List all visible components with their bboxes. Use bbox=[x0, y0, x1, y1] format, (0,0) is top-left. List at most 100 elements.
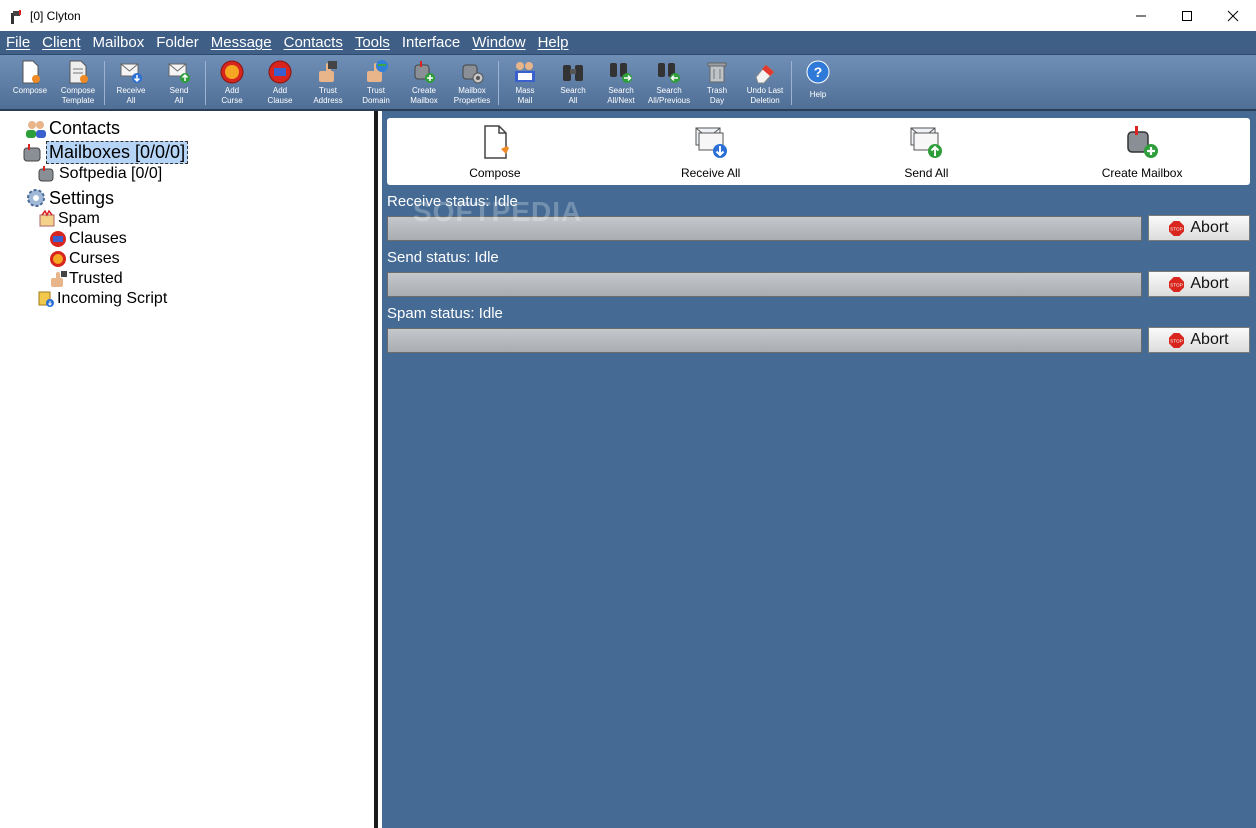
tree-node-spam[interactable]: Spam bbox=[38, 210, 100, 228]
send-progress-bar bbox=[387, 272, 1142, 297]
trust-domain-button[interactable]: Trust Domain bbox=[352, 55, 400, 109]
receive-all-icon bbox=[695, 127, 727, 158]
trust-address-button[interactable]: Trust Address bbox=[304, 55, 352, 109]
maximize-icon bbox=[1182, 10, 1192, 21]
compose-icon bbox=[22, 60, 40, 84]
curse-icon bbox=[50, 251, 66, 267]
tree-node-incoming-script[interactable]: Incoming Script bbox=[37, 290, 167, 308]
undo-last-deletion-button[interactable]: Undo Last Deletion bbox=[741, 55, 789, 109]
tree-node-settings[interactable]: Settings bbox=[25, 187, 114, 209]
search-previous-icon bbox=[658, 63, 680, 83]
menu-file[interactable]: File bbox=[6, 34, 30, 51]
eraser-icon bbox=[755, 64, 775, 84]
mass-mail-button[interactable]: Mass Mail bbox=[501, 55, 549, 109]
svg-text:STOP: STOP bbox=[1171, 282, 1184, 287]
tree-node-softpedia[interactable]: Softpedia [0/0] bbox=[37, 165, 162, 183]
toolbar-separator bbox=[791, 61, 792, 105]
receive-all-button[interactable]: Receive All bbox=[107, 55, 155, 109]
abort-receive-button[interactable]: STOP Abort bbox=[1148, 215, 1250, 241]
send-all-icon bbox=[168, 63, 190, 83]
trust-domain-icon bbox=[367, 60, 388, 82]
compose-template-button[interactable]: Compose Template bbox=[54, 55, 102, 109]
menu-mailbox[interactable]: Mailbox bbox=[93, 34, 145, 51]
create-mailbox-icon bbox=[1127, 126, 1159, 158]
menu-contacts[interactable]: Contacts bbox=[284, 34, 343, 51]
mailbox-properties-button[interactable]: Mailbox Properties bbox=[448, 55, 496, 109]
settings-gear-icon bbox=[27, 189, 45, 207]
compose-template-icon bbox=[69, 60, 88, 84]
menu-bar: File Client Mailbox Folder Message Conta… bbox=[0, 31, 1256, 54]
menu-help[interactable]: Help bbox=[538, 34, 569, 51]
quick-receive-all-button[interactable]: Receive All bbox=[631, 118, 791, 185]
compose-icon bbox=[484, 125, 509, 159]
menu-message[interactable]: Message bbox=[211, 34, 272, 51]
add-clause-button[interactable]: Add Clause bbox=[256, 55, 304, 109]
folder-tree: Contacts Mailboxes [0/0/0] Softpedia [0/… bbox=[0, 111, 378, 828]
mailbox-app-icon bbox=[11, 9, 21, 24]
mailbox-properties-icon bbox=[462, 64, 484, 84]
compose-button[interactable]: Compose bbox=[6, 55, 54, 109]
tree-node-curses[interactable]: Curses bbox=[49, 250, 120, 268]
send-all-button[interactable]: Send All bbox=[155, 55, 203, 109]
menu-folder[interactable]: Folder bbox=[156, 34, 199, 51]
quick-actions-bar: Compose Receive All Send All Create Mail… bbox=[387, 118, 1250, 185]
create-mailbox-icon bbox=[414, 61, 435, 83]
search-all-previous-button[interactable]: Search All/Previous bbox=[645, 55, 693, 109]
contacts-icon bbox=[26, 120, 46, 138]
spam-status-label: Spam status: Idle bbox=[387, 305, 503, 322]
quick-create-mailbox-button[interactable]: Create Mailbox bbox=[1062, 118, 1222, 185]
search-all-button[interactable]: Search All bbox=[549, 55, 597, 109]
thumbs-up-icon bbox=[51, 271, 67, 287]
send-all-icon bbox=[910, 127, 943, 158]
title-bar: [0] Clyton bbox=[0, 0, 1256, 31]
main-toolbar: Compose Compose Template Receive All Sen… bbox=[0, 54, 1256, 111]
spam-icon bbox=[39, 210, 55, 227]
mailbox-icon bbox=[23, 143, 41, 161]
menu-tools[interactable]: Tools bbox=[355, 34, 390, 51]
binoculars-icon bbox=[563, 65, 583, 81]
minimize-icon bbox=[1136, 15, 1146, 16]
help-button[interactable]: ? Help bbox=[794, 55, 842, 109]
close-icon bbox=[1227, 10, 1239, 21]
menu-window[interactable]: Window bbox=[472, 34, 525, 51]
maximize-button[interactable] bbox=[1164, 0, 1210, 31]
tree-node-contacts[interactable]: Contacts bbox=[25, 118, 120, 139]
mailbox-icon bbox=[38, 166, 54, 182]
clause-icon bbox=[268, 60, 292, 84]
add-curse-button[interactable]: Add Curse bbox=[208, 55, 256, 109]
trash-icon bbox=[707, 62, 727, 83]
search-next-icon bbox=[610, 63, 632, 83]
selected-node-label: Mailboxes [0/0/0] bbox=[46, 141, 189, 164]
menu-client[interactable]: Client bbox=[42, 34, 80, 51]
mass-mail-icon bbox=[515, 62, 535, 82]
minimize-button[interactable] bbox=[1118, 0, 1164, 31]
window-title: [0] Clyton bbox=[30, 8, 81, 23]
stop-icon: STOP bbox=[1169, 276, 1185, 292]
thumbs-up-icon bbox=[319, 61, 337, 82]
clause-icon bbox=[50, 231, 66, 247]
menu-interface[interactable]: Interface bbox=[402, 34, 460, 51]
abort-spam-button[interactable]: STOP Abort bbox=[1148, 327, 1250, 353]
svg-text:?: ? bbox=[814, 64, 823, 80]
svg-text:STOP: STOP bbox=[1171, 338, 1184, 343]
tree-node-clauses[interactable]: Clauses bbox=[49, 230, 127, 248]
quick-send-all-button[interactable]: Send All bbox=[846, 118, 1006, 185]
spam-progress-bar bbox=[387, 328, 1142, 353]
abort-send-button[interactable]: STOP Abort bbox=[1148, 271, 1250, 297]
stop-icon: STOP bbox=[1169, 332, 1185, 348]
receive-all-icon bbox=[120, 63, 142, 83]
toolbar-separator bbox=[205, 61, 206, 105]
close-button[interactable] bbox=[1210, 0, 1256, 31]
search-all-next-button[interactable]: Search All/Next bbox=[597, 55, 645, 109]
quick-compose-button[interactable]: Compose bbox=[415, 118, 575, 185]
toolbar-separator bbox=[498, 61, 499, 105]
curse-icon bbox=[220, 60, 244, 84]
trash-day-button[interactable]: Trash Day bbox=[693, 55, 741, 109]
stop-icon: STOP bbox=[1169, 220, 1185, 236]
svg-text:STOP: STOP bbox=[1171, 226, 1184, 231]
tree-node-mailboxes[interactable]: Mailboxes [0/0/0] bbox=[22, 141, 189, 164]
toolbar-separator bbox=[104, 61, 105, 105]
tree-node-trusted[interactable]: Trusted bbox=[49, 270, 123, 288]
create-mailbox-button[interactable]: Create Mailbox bbox=[400, 55, 448, 109]
send-status-label: Send status: Idle bbox=[387, 249, 499, 266]
